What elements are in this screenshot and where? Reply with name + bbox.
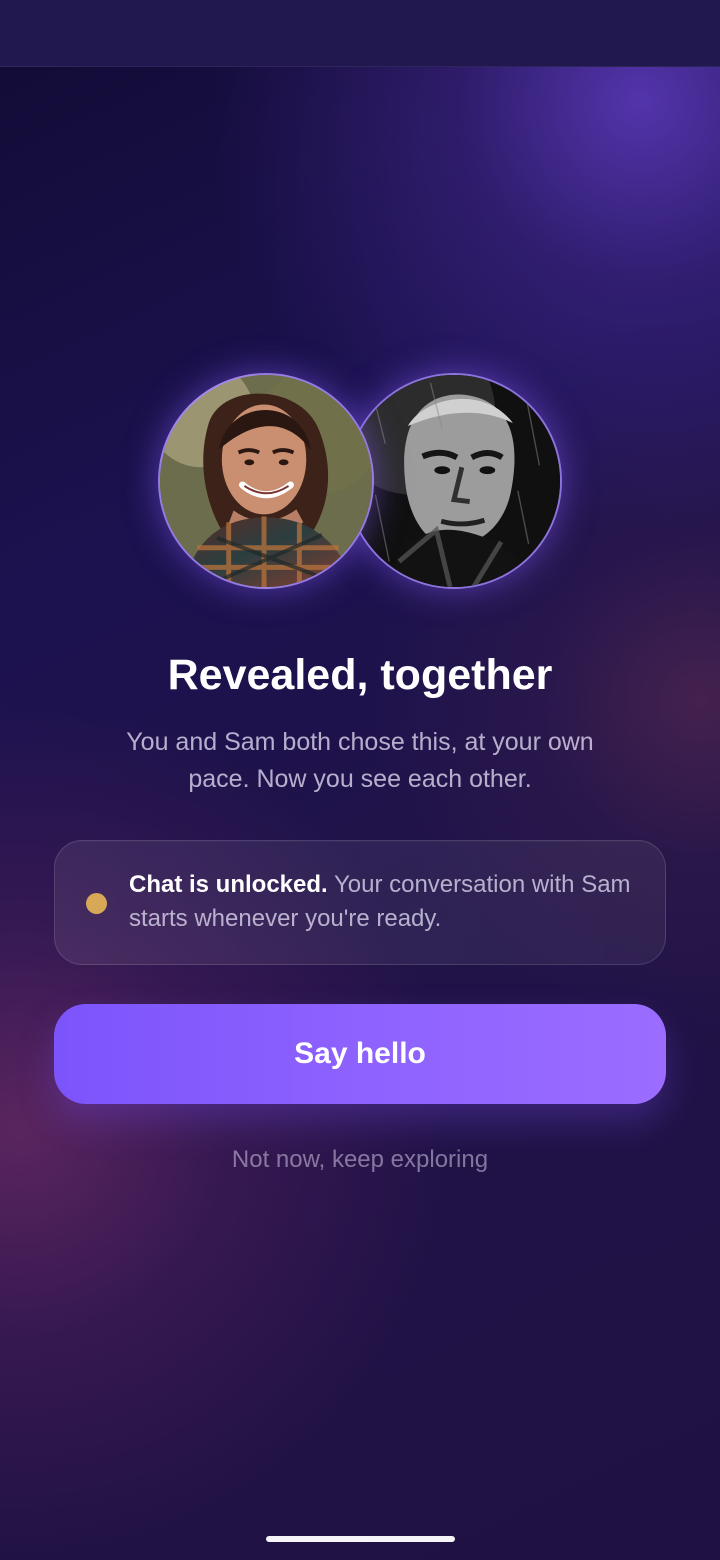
reveal-subtitle: You and Sam both chose this, at your own…: [126, 728, 594, 793]
not-now-link[interactable]: Not now, keep exploring: [0, 1141, 720, 1179]
chat-unlocked-message: Chat is unlocked. Your conversation with…: [129, 868, 639, 936]
revealed-avatars: [158, 373, 562, 589]
home-indicator: [266, 1536, 455, 1542]
match-reveal-screen: Revealed, together You and Sam both chos…: [0, 0, 720, 1560]
reveal-headline: Revealed, together: [167, 651, 553, 699]
man-avatar: [346, 373, 562, 589]
chat-unlocked-title: Chat is unlocked.: [129, 871, 328, 898]
say-hello-button[interactable]: Say hello: [54, 1004, 666, 1104]
woman-portrait: [160, 375, 372, 587]
man-portrait: [348, 375, 560, 587]
woman-avatar: [158, 373, 374, 589]
status-bar: [0, 0, 720, 67]
chat-unlocked-notice: Chat is unlocked. Your conversation with…: [54, 840, 666, 965]
status-dot-icon: [86, 893, 107, 914]
